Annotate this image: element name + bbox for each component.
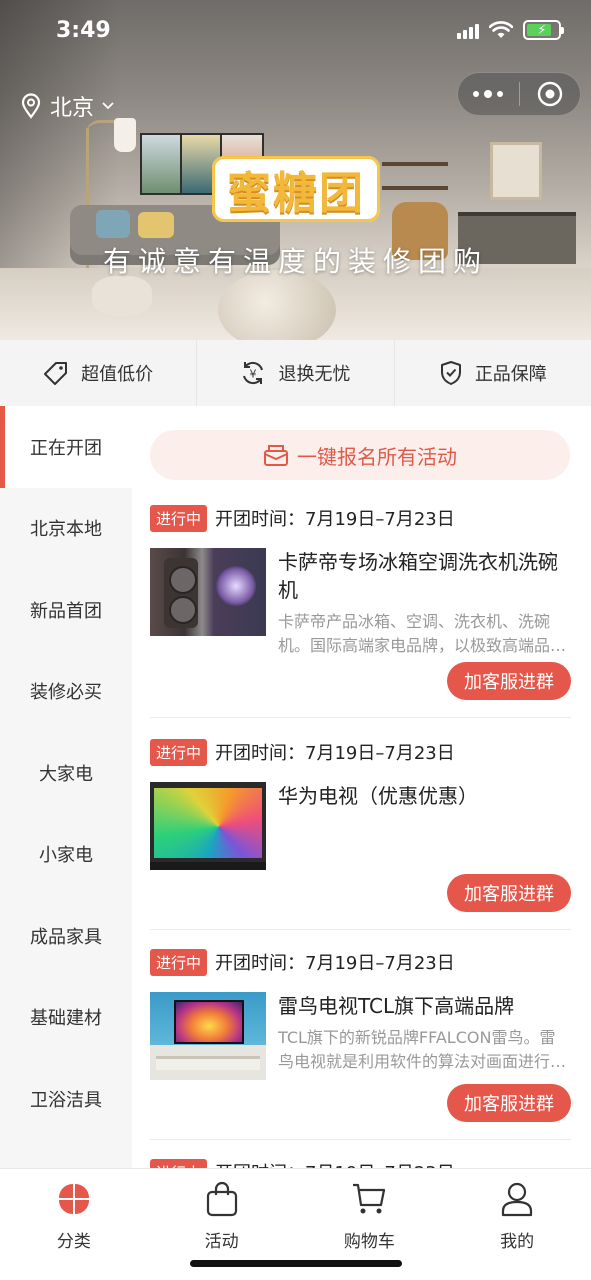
exchange-yen-icon: ¥	[243, 361, 264, 385]
feature-label: 正品保障	[474, 364, 547, 385]
hero-lamp-shade	[114, 118, 136, 152]
status-badge: 进行中	[150, 738, 208, 766]
activity-thumbnail[interactable]	[150, 782, 266, 870]
status-badge: 进行中	[150, 948, 208, 976]
tab-label: 活动	[204, 1232, 239, 1252]
hero-slogan: 有诚意有温度的装修团购	[102, 245, 488, 278]
activity-time: 开团时间：7月19日–7月23日	[215, 743, 455, 764]
status-time: 3:49	[56, 18, 111, 43]
hero-picture-frame	[140, 133, 184, 195]
hero-mirror	[490, 142, 542, 200]
wifi-icon	[489, 21, 513, 38]
sidebar-item-new-products[interactable]: 新品首团	[0, 569, 132, 651]
more-menu-button[interactable]	[458, 90, 519, 98]
activity-list: 一键报名所有活动 进行中 开团时间：7月19日–7月23日 卡萨帝专场冰箱空调洗…	[132, 406, 591, 1168]
activity-time: 开团时间：7月19日–7月23日	[215, 509, 455, 530]
hero-pillow	[96, 210, 130, 238]
category-sidebar: 正在开团 北京本地 新品首团 装修必买 大家电 小家电 成品家具 基础建材 卫浴…	[0, 406, 132, 1168]
activity-title: 雷鸟电视TCL旗下高端品牌	[278, 994, 515, 1018]
tab-category[interactable]: 分类	[0, 1169, 148, 1280]
home-indicator	[190, 1260, 402, 1267]
join-service-group-button[interactable]: 加客服进群	[447, 874, 571, 912]
sidebar-item-small-appliances[interactable]: 小家电	[0, 814, 132, 896]
bag-icon	[206, 1181, 237, 1217]
activity-thumbnail[interactable]	[150, 548, 266, 636]
activity-time: 开团时间：7月19日–7月23日	[215, 1159, 455, 1168]
tab-profile[interactable]: 我的	[443, 1169, 591, 1280]
activity-card[interactable]: 进行中 开团时间：7月19日–7月23日 卡萨帝专场冰箱空调洗衣机洗碗机 卡萨帝…	[150, 504, 571, 718]
hero-shelf	[382, 186, 448, 190]
sidebar-item-ongoing[interactable]: 正在开团	[0, 406, 132, 488]
sidebar-item-label: 成品家具	[30, 926, 102, 948]
price-tag-icon	[44, 362, 68, 385]
shield-check-icon	[440, 361, 461, 385]
status-badge: 进行中	[150, 1158, 208, 1168]
status-icons: ⚡	[457, 20, 564, 40]
sidebar-item-label: 小家电	[39, 845, 93, 867]
join-service-group-button[interactable]: 加客服进群	[447, 662, 571, 700]
activity-card[interactable]: 进行中 开团时间：7月19日–7月23日 华为电视（优惠优惠） 加客服进群	[150, 738, 571, 930]
brand-logo: 蜜糖团	[212, 156, 380, 222]
feature-label: 超值低价	[81, 364, 154, 385]
sidebar-item-label: 装修必买	[30, 682, 102, 704]
location-pin-icon	[21, 93, 41, 119]
brand-logo-text: 蜜糖团	[227, 168, 365, 219]
signup-all-label: 一键报名所有活动	[297, 444, 457, 469]
hero-shelf	[382, 162, 448, 166]
signup-all-button[interactable]: 一键报名所有活动	[150, 430, 570, 480]
hero-pillow	[138, 212, 174, 238]
activity-title: 卡萨帝专场冰箱空调洗衣机洗碗机	[278, 550, 558, 602]
user-icon	[502, 1182, 533, 1217]
tab-label: 分类	[56, 1232, 91, 1252]
envelope-icon	[264, 445, 288, 466]
sidebar-item-label: 基础建材	[30, 1008, 102, 1030]
hero-decor-ball	[218, 270, 336, 340]
sidebar-item-renovation-musts[interactable]: 装修必买	[0, 651, 132, 733]
sidebar-item-label: 卫浴洁具	[30, 1089, 102, 1111]
tab-label: 我的	[500, 1232, 535, 1252]
hero-pouf	[92, 276, 152, 316]
activity-card[interactable]: 进行中 开团时间：7月19日–7月23日 雷鸟电视TCL旗下高端品牌 TCL旗下…	[150, 948, 571, 1140]
sidebar-item-label: 北京本地	[30, 519, 102, 541]
sidebar-item-label: 新品首团	[30, 600, 102, 622]
feature-genuine: 正品保障	[395, 340, 591, 406]
join-service-group-button[interactable]: 加客服进群	[447, 1084, 571, 1122]
sidebar-item-furniture[interactable]: 成品家具	[0, 895, 132, 977]
cart-icon	[353, 1183, 386, 1214]
tab-label: 购物车	[343, 1232, 395, 1252]
battery-icon: ⚡	[523, 20, 564, 40]
activity-description: 卡萨帝产品冰箱、空调、洗衣机、洗碗机。国际高端家电品牌，以极致高端品质著称	[278, 612, 567, 655]
chevron-down-icon	[102, 102, 114, 110]
activity-thumbnail[interactable]	[150, 992, 266, 1080]
activity-title: 华为电视（优惠优惠）	[278, 784, 478, 808]
clover-icon	[58, 1184, 89, 1214]
feature-low-price: 超值低价	[0, 340, 198, 406]
close-miniprogram-button[interactable]	[519, 81, 580, 107]
sidebar-item-label: 正在开团	[30, 437, 102, 459]
svg-text:¥: ¥	[250, 368, 257, 381]
activity-description: TCL旗下的新锐品牌FFALCON雷鸟。雷鸟电视就是利用软件的算法对画面进行优化	[278, 1028, 567, 1071]
status-badge: 进行中	[150, 504, 208, 532]
miniprogram-capsule	[457, 72, 581, 116]
sidebar-item-label: 大家电	[39, 763, 93, 785]
sidebar-item-bathroom[interactable]: 卫浴洁具	[0, 1058, 132, 1140]
activity-time: 开团时间：7月19日–7月23日	[215, 953, 455, 974]
sidebar-item-beijing-local[interactable]: 北京本地	[0, 488, 132, 570]
location-selector[interactable]: 北京	[20, 90, 122, 122]
feature-label: 退换无忧	[278, 364, 351, 385]
location-city: 北京	[50, 96, 95, 121]
feature-free-return: ¥ 退换无忧	[197, 340, 395, 406]
target-icon	[537, 81, 562, 107]
sidebar-item-large-appliances[interactable]: 大家电	[0, 732, 132, 814]
feature-bar: 超值低价 ¥ 退换无忧 正品保障	[0, 340, 591, 406]
activity-card[interactable]: 进行中 开团时间：7月19日–7月23日	[150, 1158, 571, 1168]
sidebar-item-building-materials[interactable]: 基础建材	[0, 977, 132, 1059]
signal-icon	[457, 21, 479, 39]
